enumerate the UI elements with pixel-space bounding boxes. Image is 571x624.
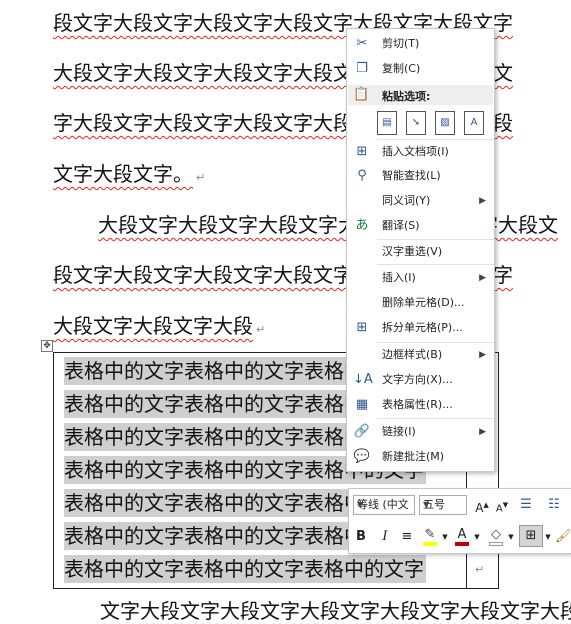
chevron-down-icon[interactable]: ▼ <box>507 527 515 547</box>
doc-line: 大段文字大段文字大段 ↵ <box>53 313 265 343</box>
menu-item-link[interactable]: 🔗 链接(I) ▶ <box>347 420 494 444</box>
table-cell-text[interactable]: 表格中的文字表格中的文字表格中的文字 <box>64 555 426 583</box>
split-cells-icon: ⊞ <box>356 320 368 335</box>
align-center-icon[interactable]: ≡ <box>399 527 415 547</box>
chevron-down-icon: ▼ <box>423 500 430 509</box>
paragraph-mark: ↵ <box>256 323 266 336</box>
font-color-icon[interactable]: A <box>453 527 471 547</box>
bullets-icon[interactable]: ☰ <box>515 495 537 515</box>
doc-line: 文字大段文字。 ↵ <box>53 161 205 191</box>
paste-text-only-icon[interactable]: A <box>464 111 484 135</box>
font-name-combo[interactable]: 等线 (中文 ▼ <box>353 495 415 515</box>
menu-item-insert-doc-item[interactable]: ⊞ 插入文档项(I) <box>347 140 494 164</box>
menu-item-smart-lookup[interactable]: ⚲ 智能查找(L) <box>347 164 494 188</box>
clipboard-icon: 📋 <box>353 87 370 102</box>
text-direction-icon: ↓A <box>353 372 373 387</box>
numbering-icon[interactable]: ☷ <box>543 495 565 515</box>
chevron-down-icon[interactable]: ▼ <box>473 527 481 547</box>
menu-item-cut[interactable]: ✂ 剪切(T) <box>347 32 494 56</box>
mini-toolbar: 等线 (中文 ▼ 五号 ▼ A▲ A▼ ☰ ☷ B I ≡ ✎ ▼ A ▼ ◇ … <box>348 488 571 554</box>
borders-icon[interactable]: ⊞ <box>519 525 543 547</box>
context-menu: ✂ 剪切(T) ❐ 复制(C) 📋 粘贴选项: ▤ ➘ ▨ A ⊞ 插入文档项(… <box>346 28 495 472</box>
chevron-down-icon[interactable]: ▼ <box>544 527 552 547</box>
format-painter-icon[interactable]: 🖌 <box>555 527 571 547</box>
scissors-icon: ✂ <box>356 36 368 51</box>
menu-item-copy[interactable]: ❐ 复制(C) <box>347 57 494 81</box>
submenu-arrow-icon: ▶ <box>479 350 486 360</box>
grow-font-icon[interactable]: A▲ <box>473 495 491 515</box>
paragraph-mark: ↵ <box>475 563 485 576</box>
bold-button[interactable]: B <box>353 527 369 547</box>
menu-item-delete-cells[interactable]: 删除单元格(D)... <box>347 291 494 315</box>
menu-item-text-direction[interactable]: ↓A 文字方向(X)... <box>347 368 494 392</box>
link-icon: 🔗 <box>353 424 371 439</box>
paste-merge-format-icon[interactable]: ➘ <box>406 111 426 135</box>
highlight-icon[interactable]: ✎ <box>421 527 439 547</box>
shrink-font-icon[interactable]: A▼ <box>493 495 511 515</box>
quick-parts-icon: ⊞ <box>356 144 368 159</box>
italic-button[interactable]: I <box>377 527 393 547</box>
menu-item-insert[interactable]: 插入(I) ▶ <box>347 266 494 290</box>
menu-item-split-cells[interactable]: ⊞ 拆分单元格(P)... <box>347 316 494 340</box>
submenu-arrow-icon: ▶ <box>479 196 486 206</box>
doc-line: 文字大段文字大段文字大段文字大段文字大段文字大段 <box>100 599 571 623</box>
submenu-arrow-icon: ▶ <box>479 273 486 283</box>
menu-item-border-styles[interactable]: 边框样式(B) ▶ <box>347 343 494 367</box>
font-size-combo[interactable]: 五号 ▼ <box>419 495 467 515</box>
menu-item-translate[interactable]: あ 翻译(S) <box>347 214 494 238</box>
menu-item-hanzi-reselect[interactable]: 汉字重选(V) <box>347 240 494 264</box>
table-properties-icon: ▦ <box>355 397 369 412</box>
search-icon: ⚲ <box>357 168 367 183</box>
paste-options-header: 📋 粘贴选项: <box>348 85 493 105</box>
menu-item-new-comment[interactable]: 💬 新建批注(M) <box>347 445 494 469</box>
translate-icon: あ <box>355 218 369 233</box>
comment-icon: 💬 <box>353 449 371 464</box>
copy-icon: ❐ <box>356 61 368 76</box>
chevron-down-icon: ▼ <box>357 500 364 509</box>
paragraph-mark: ↵ <box>196 171 206 184</box>
chevron-down-icon[interactable]: ▼ <box>441 527 449 547</box>
paste-keep-source-icon[interactable]: ▤ <box>377 111 397 135</box>
menu-item-synonyms[interactable]: 同义词(Y) ▶ <box>347 189 494 213</box>
menu-item-table-properties[interactable]: ▦ 表格属性(R)... <box>347 393 494 417</box>
paste-picture-icon[interactable]: ▨ <box>435 111 455 135</box>
submenu-arrow-icon: ▶ <box>479 427 486 437</box>
table-move-handle[interactable]: ✥ <box>41 340 53 352</box>
shading-icon[interactable]: ◇ <box>487 527 505 547</box>
